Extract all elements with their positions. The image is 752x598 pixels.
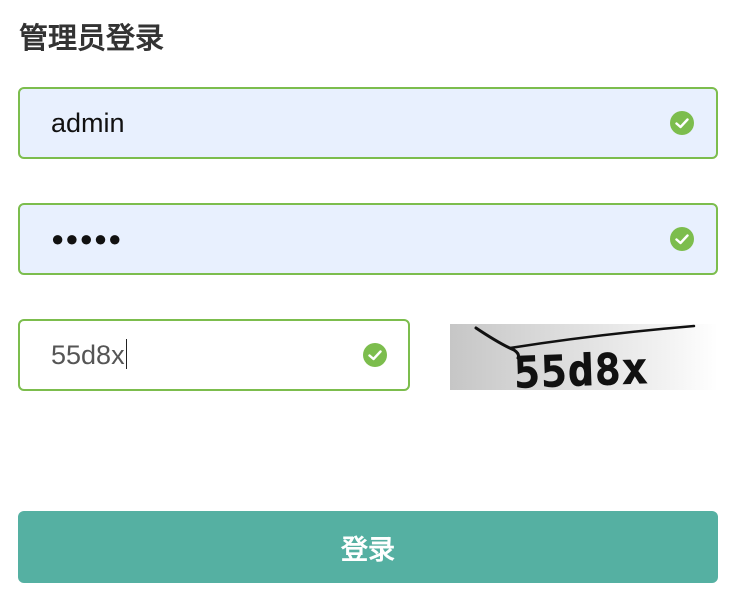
text-caret bbox=[125, 339, 128, 370]
check-circle-icon bbox=[670, 111, 694, 135]
username-field[interactable]: admin bbox=[18, 87, 718, 159]
captcha-input-value: 55d8x bbox=[51, 339, 128, 371]
username-value: admin bbox=[51, 107, 125, 138]
captcha-input[interactable]: 55d8x bbox=[18, 319, 410, 391]
page-title: 管理员登录 bbox=[19, 21, 165, 55]
captcha-image[interactable]: 55d8x bbox=[450, 324, 718, 390]
captcha-image-text: 55d8x bbox=[513, 344, 649, 390]
password-value: ●●●●● bbox=[51, 226, 123, 251]
password-field[interactable]: ●●●●● bbox=[18, 203, 718, 275]
check-circle-icon bbox=[670, 227, 694, 251]
login-button[interactable]: 登录 bbox=[18, 511, 718, 583]
check-circle-icon bbox=[363, 343, 387, 367]
